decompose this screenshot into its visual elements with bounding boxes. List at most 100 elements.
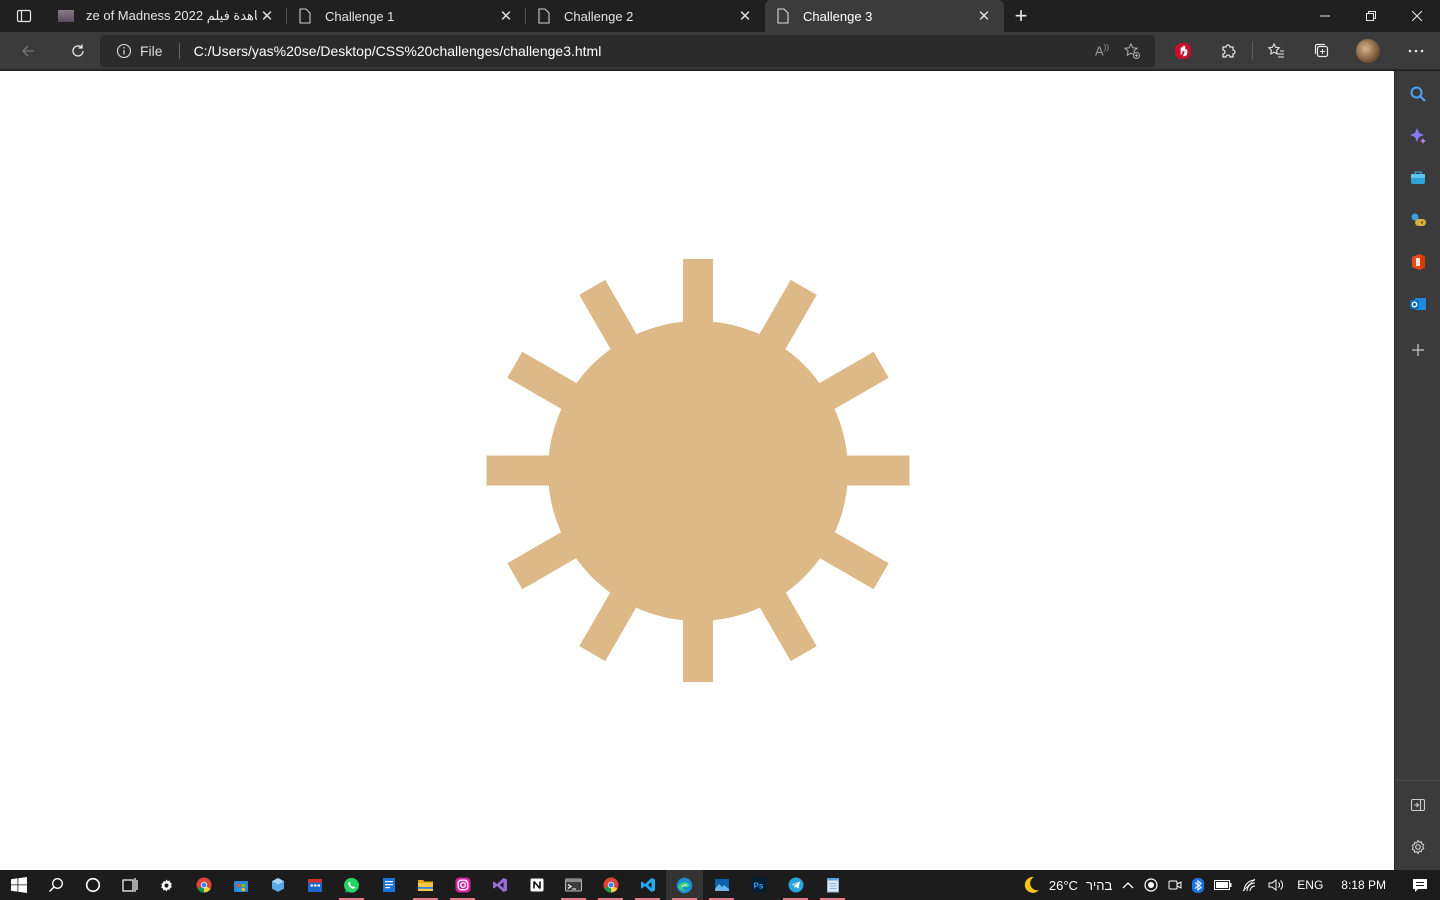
extensions-button[interactable]	[1206, 32, 1252, 70]
games-icon	[1411, 213, 1426, 226]
taskbar-notion-app[interactable]	[518, 870, 555, 900]
taskbar-photoshop-app[interactable]: Ps	[740, 870, 777, 900]
search-icon	[1410, 86, 1426, 102]
close-window-button[interactable]	[1394, 0, 1440, 32]
taskbar-store-app[interactable]	[222, 870, 259, 900]
taskbar-photos-app[interactable]	[703, 870, 740, 900]
start-button[interactable]	[0, 870, 37, 900]
speaker-icon	[1268, 879, 1284, 891]
cortana-circle-icon	[85, 877, 100, 893]
favorites-icon	[1267, 42, 1284, 58]
task-view-button[interactable]	[111, 870, 148, 900]
puzzle-icon	[1222, 44, 1236, 58]
window-controls	[1302, 0, 1440, 32]
taskbar-search-button[interactable]	[37, 870, 74, 900]
volume-tray-icon[interactable]	[1263, 878, 1289, 892]
sidebar-settings-button[interactable]	[1395, 830, 1440, 864]
tab-challenge-2[interactable]: Challenge 2 ✕	[526, 0, 765, 32]
taskbar-visual-studio-app[interactable]	[481, 870, 518, 900]
record-tray-icon[interactable]	[1139, 878, 1163, 892]
sidebar-copilot-button[interactable]	[1395, 119, 1440, 153]
tab-challenge-1[interactable]: Challenge 1 ✕	[287, 0, 526, 32]
meet-now-tray-icon[interactable]	[1163, 878, 1187, 892]
back-arrow-icon	[22, 45, 34, 56]
refresh-button[interactable]	[56, 32, 100, 70]
clock-time[interactable]: 8:18 PM	[1331, 878, 1400, 892]
weather-widget[interactable]: 26°C בהיר	[1016, 875, 1117, 895]
bluetooth-icon	[1192, 877, 1205, 893]
taskbar-whatsapp-app[interactable]	[333, 870, 370, 900]
bluetooth-tray-icon[interactable]	[1187, 877, 1209, 893]
weather-condition: בהיר	[1085, 877, 1113, 893]
battery-tray-icon[interactable]	[1209, 879, 1237, 891]
taskbar-edge-app[interactable]	[666, 870, 703, 900]
notion-icon	[530, 878, 543, 892]
close-tab-icon[interactable]: ✕	[735, 6, 755, 26]
action-center-button[interactable]	[1400, 870, 1440, 900]
search-icon	[48, 878, 63, 893]
moon-icon	[1024, 876, 1039, 893]
outlook-icon	[1410, 298, 1426, 310]
new-tab-button[interactable]: +	[1004, 0, 1038, 32]
vscode-icon	[640, 878, 655, 892]
show-hidden-icons-button[interactable]	[1117, 881, 1139, 889]
address-bar[interactable]: File C:/Users/yas%20se/Desktop/CSS%20cha…	[100, 35, 1155, 67]
close-tab-icon[interactable]: ✕	[257, 6, 277, 26]
favorites-button[interactable]	[1253, 32, 1299, 70]
browser-window: ze of Madness 2022 مشاهدة فيلم ✕ Challen…	[0, 0, 1440, 870]
collections-button[interactable]	[1299, 32, 1345, 70]
adblock-extension-button[interactable]	[1160, 32, 1206, 70]
sidebar-add-button[interactable]	[1395, 333, 1440, 367]
cube-icon	[271, 878, 284, 892]
photoshop-icon: Ps	[751, 877, 766, 893]
taskbar-file-explorer-app[interactable]	[407, 870, 444, 900]
sidebar-search-button[interactable]	[1395, 77, 1440, 111]
svg-text:Ps: Ps	[753, 882, 763, 891]
instagram-icon	[455, 877, 470, 893]
tab-actions-button[interactable]	[0, 0, 48, 32]
shopping-icon	[1411, 171, 1425, 184]
restore-button[interactable]	[1348, 0, 1394, 32]
taskbar-vscode-app[interactable]	[629, 870, 666, 900]
sidebar-office-button[interactable]	[1395, 245, 1440, 279]
tab-challenge-3[interactable]: Challenge 3 ✕	[765, 0, 1004, 32]
taskbar-terminal-app[interactable]	[555, 870, 592, 900]
whatsapp-icon	[344, 877, 359, 893]
taskbar-instagram-app[interactable]	[444, 870, 481, 900]
visual-studio-icon	[492, 878, 507, 892]
tab-strip: ze of Madness 2022 مشاهدة فيلم ✕ Challen…	[0, 0, 1440, 32]
input-language[interactable]: ENG	[1289, 878, 1331, 892]
weather-temperature: 26°C	[1048, 877, 1078, 893]
sidebar-shopping-button[interactable]	[1395, 161, 1440, 195]
taskbar-notes-app[interactable]	[370, 870, 407, 900]
taskbar-settings-app[interactable]	[148, 870, 185, 900]
tab-madness[interactable]: ze of Madness 2022 مشاهدة فيلم ✕	[48, 0, 287, 32]
read-aloud-icon[interactable]: A))	[1095, 43, 1109, 58]
back-button[interactable]	[0, 32, 56, 70]
profile-button[interactable]	[1345, 32, 1391, 70]
sidebar-collapse-button[interactable]	[1395, 788, 1440, 822]
taskbar-chrome-app[interactable]	[185, 870, 222, 900]
sidebar-outlook-button[interactable]	[1395, 287, 1440, 321]
more-menu-button[interactable]	[1391, 32, 1440, 70]
taskbar-chrome-app-2[interactable]	[592, 870, 629, 900]
network-tray-icon[interactable]	[1237, 878, 1263, 892]
close-tab-icon[interactable]: ✕	[974, 6, 994, 26]
cortana-button[interactable]	[74, 870, 111, 900]
taskbar-calendar-app[interactable]	[296, 870, 333, 900]
site-info-button[interactable]: File	[100, 43, 163, 59]
task-view-icon	[121, 878, 138, 892]
refresh-icon	[72, 44, 84, 57]
office-icon	[1412, 254, 1425, 270]
url-text[interactable]: C:/Users/yas%20se/Desktop/CSS%20challeng…	[194, 43, 602, 59]
taskbar-telegram-app[interactable]	[777, 870, 814, 900]
sidebar-games-button[interactable]	[1395, 203, 1440, 237]
add-favorite-icon[interactable]	[1123, 42, 1141, 60]
minimize-button[interactable]	[1302, 0, 1348, 32]
chevron-up-icon	[1122, 882, 1134, 889]
close-tab-icon[interactable]: ✕	[496, 6, 516, 26]
site-info-label: File	[140, 43, 163, 59]
taskbar-notepad-app[interactable]	[814, 870, 851, 900]
taskbar-3d-viewer-app[interactable]	[259, 870, 296, 900]
collections-icon	[1314, 43, 1329, 58]
